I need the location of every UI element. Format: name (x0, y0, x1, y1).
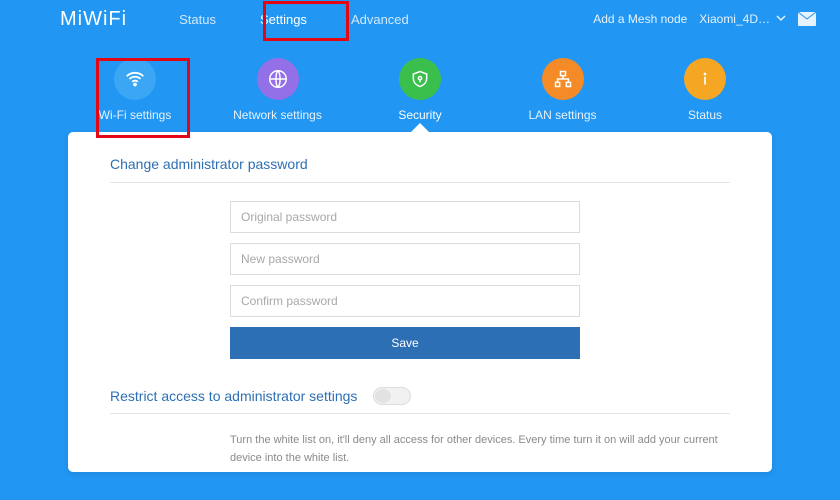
toggle-knob (375, 389, 391, 403)
cat-wifi-settings[interactable]: Wi-Fi settings (90, 58, 180, 122)
nav-status[interactable]: Status (157, 4, 238, 35)
cat-network-label: Network settings (233, 108, 322, 122)
cat-wifi-label: Wi-Fi settings (99, 108, 172, 122)
cat-status[interactable]: Status (660, 58, 750, 122)
original-password-input[interactable] (230, 201, 580, 233)
topbar: MiWiFi Status Settings Advanced Add a Me… (0, 0, 840, 38)
nav-tabs: Status Settings Advanced (157, 4, 431, 35)
cat-security[interactable]: Security (375, 58, 465, 122)
device-name: Xiaomi_4D… (699, 12, 770, 26)
globe-icon (257, 58, 299, 100)
divider (110, 182, 730, 183)
active-tab-pointer (410, 123, 430, 133)
divider-2 (110, 413, 730, 414)
nav-advanced[interactable]: Advanced (329, 4, 431, 35)
chevron-down-icon (776, 12, 786, 26)
main-card: Change administrator password Save Restr… (68, 132, 772, 472)
restrict-section-title: Restrict access to administrator setting… (110, 388, 357, 404)
confirm-password-input[interactable] (230, 285, 580, 317)
lan-icon (542, 58, 584, 100)
cat-status-label: Status (688, 108, 722, 122)
settings-category-bar: Wi-Fi settings Network settings Security… (0, 38, 840, 132)
brand-logo: MiWiFi (60, 8, 127, 31)
password-form: Save (230, 201, 580, 359)
cat-lan-label: LAN settings (528, 108, 596, 122)
nav-settings[interactable]: Settings (238, 4, 329, 35)
wifi-icon (114, 58, 156, 100)
shield-icon (399, 58, 441, 100)
info-icon (684, 58, 726, 100)
add-mesh-link[interactable]: Add a Mesh node (593, 12, 687, 26)
cat-lan-settings[interactable]: LAN settings (518, 58, 608, 122)
mail-icon[interactable] (798, 12, 816, 26)
device-dropdown[interactable]: Xiaomi_4D… (699, 12, 786, 26)
cat-security-label: Security (398, 108, 441, 122)
top-right: Add a Mesh node Xiaomi_4D… (593, 12, 816, 26)
password-section-title: Change administrator password (110, 156, 730, 172)
restrict-access-toggle[interactable] (373, 387, 411, 405)
cat-network-settings[interactable]: Network settings (233, 58, 323, 122)
restrict-hint: Turn the white list on, it'll deny all a… (230, 432, 730, 467)
save-button[interactable]: Save (230, 327, 580, 359)
new-password-input[interactable] (230, 243, 580, 275)
